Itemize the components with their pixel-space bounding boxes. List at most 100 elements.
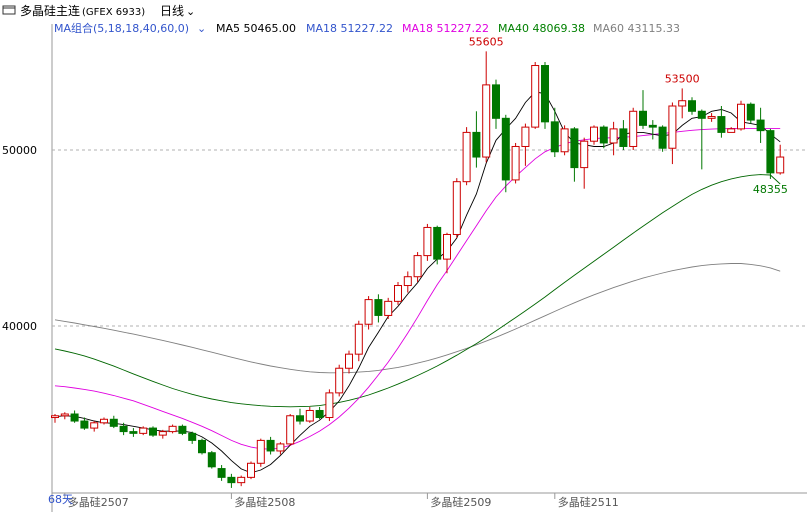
candle[interactable] xyxy=(374,294,383,323)
candle[interactable] xyxy=(394,282,402,305)
candle[interactable] xyxy=(492,79,500,129)
candle[interactable] xyxy=(217,465,226,481)
candle[interactable] xyxy=(482,51,491,163)
candle[interactable] xyxy=(286,414,295,446)
candles[interactable] xyxy=(51,51,785,488)
candle[interactable] xyxy=(678,88,687,119)
candle[interactable] xyxy=(707,113,716,122)
candle[interactable] xyxy=(766,128,775,179)
candle-body xyxy=(188,432,197,441)
candle[interactable] xyxy=(648,120,657,140)
candle-body xyxy=(149,427,157,436)
candle[interactable] xyxy=(580,137,589,189)
candle[interactable] xyxy=(178,424,187,436)
candle[interactable] xyxy=(158,429,167,439)
candle[interactable] xyxy=(629,107,638,150)
candle-body xyxy=(717,116,726,133)
candle[interactable] xyxy=(70,410,79,423)
candle[interactable] xyxy=(100,417,108,425)
candle[interactable] xyxy=(590,125,598,145)
candle-body xyxy=(433,226,442,260)
candle[interactable] xyxy=(423,223,432,261)
candle-body xyxy=(158,431,167,436)
candle[interactable] xyxy=(149,426,157,437)
candle[interactable] xyxy=(315,406,324,420)
candle-body xyxy=(629,110,638,147)
candle[interactable] xyxy=(668,102,677,165)
candle[interactable] xyxy=(501,114,510,193)
candle-body xyxy=(776,156,785,174)
candle[interactable] xyxy=(462,127,471,186)
candle[interactable] xyxy=(433,225,442,265)
candle[interactable] xyxy=(619,120,628,150)
candle[interactable] xyxy=(413,252,422,282)
candle-body xyxy=(668,105,677,149)
candle[interactable] xyxy=(472,111,481,168)
candle[interactable] xyxy=(207,450,216,469)
period-selector[interactable]: 日线 xyxy=(160,4,184,18)
candlestick-chart[interactable]: 多晶硅主连 (GFEX 6933) 日线 ⌄ MA组合(5,18,18,40,6… xyxy=(0,0,807,512)
candle-body xyxy=(599,126,608,144)
candle[interactable] xyxy=(247,461,255,480)
high-annotation-53500: 53500 xyxy=(665,72,700,85)
candle[interactable] xyxy=(139,426,148,436)
candle[interactable] xyxy=(531,62,540,129)
candle[interactable] xyxy=(325,389,334,422)
candle-body xyxy=(51,415,59,419)
x-tick-label: 多晶硅2508 xyxy=(234,495,295,509)
candle[interactable] xyxy=(697,109,706,170)
candle[interactable] xyxy=(364,296,373,330)
candle-body xyxy=(109,418,118,427)
candle[interactable] xyxy=(452,178,461,238)
candle[interactable] xyxy=(658,125,667,152)
candle[interactable] xyxy=(227,473,236,488)
candle[interactable] xyxy=(756,107,765,143)
candle-body xyxy=(100,418,108,424)
candle[interactable] xyxy=(296,408,304,425)
candle[interactable] xyxy=(599,125,608,149)
chevron-down-icon[interactable]: ⌄ xyxy=(186,5,195,18)
candle-body xyxy=(129,431,138,434)
candle[interactable] xyxy=(776,144,785,175)
candle[interactable] xyxy=(727,127,736,133)
candle[interactable] xyxy=(541,62,549,129)
candle[interactable] xyxy=(90,421,99,432)
candle[interactable] xyxy=(188,431,197,444)
candle[interactable] xyxy=(335,364,344,397)
candle[interactable] xyxy=(237,475,246,487)
candle-body xyxy=(609,128,618,144)
ma40-line xyxy=(54,174,781,408)
candle[interactable] xyxy=(256,438,265,467)
candle[interactable] xyxy=(51,414,59,423)
candle-body xyxy=(560,128,569,153)
candle[interactable] xyxy=(109,415,118,429)
candle-body xyxy=(178,425,187,434)
candle[interactable] xyxy=(560,125,569,156)
ma-combo-chevron-icon[interactable]: ⌄ xyxy=(197,22,206,35)
candle[interactable] xyxy=(550,107,559,158)
candle[interactable] xyxy=(354,320,363,362)
candle[interactable] xyxy=(305,406,314,423)
candle[interactable] xyxy=(639,90,647,129)
candle[interactable] xyxy=(511,142,520,184)
candle[interactable] xyxy=(384,297,393,319)
y-tick-label: 40000 xyxy=(2,320,37,333)
instrument-title: 多晶硅主连 xyxy=(20,3,80,18)
candle[interactable] xyxy=(345,350,353,374)
candle[interactable] xyxy=(198,438,206,455)
ma-combo-label[interactable]: MA组合(5,18,18,40,60,0) xyxy=(54,21,189,35)
candle-body xyxy=(492,84,500,119)
candle[interactable] xyxy=(688,97,696,115)
candle[interactable] xyxy=(168,424,177,434)
candle[interactable] xyxy=(737,100,745,131)
candle-body xyxy=(335,367,344,394)
candle[interactable] xyxy=(521,123,530,166)
ma60-legend: MA60 43115.33 xyxy=(593,22,680,35)
candle[interactable] xyxy=(129,428,138,437)
candle-body xyxy=(286,415,295,445)
candle[interactable] xyxy=(403,271,412,293)
candle[interactable] xyxy=(570,127,579,182)
candle[interactable] xyxy=(746,102,755,124)
candle[interactable] xyxy=(60,412,69,420)
candle[interactable] xyxy=(266,436,275,455)
